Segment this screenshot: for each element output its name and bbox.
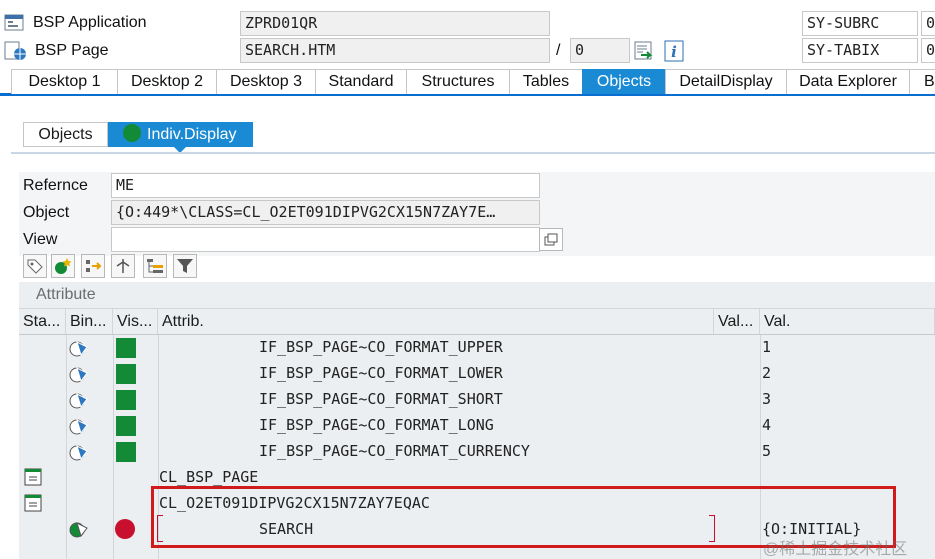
bsp-page-icon	[4, 40, 28, 62]
visibility-public-icon	[116, 390, 136, 410]
svg-text:i: i	[671, 43, 677, 61]
table-row-value: 5	[762, 442, 772, 460]
view-expand-icon[interactable]	[539, 228, 563, 251]
sy-tabix-value: 0	[921, 38, 935, 63]
tab-tables[interactable]: Tables	[509, 69, 583, 94]
subtab-indiv-display-label: Indiv.Display	[147, 126, 237, 143]
tree-list-icon[interactable]	[143, 254, 167, 278]
table-row-attrib: IF_BSP_PAGE~CO_FORMAT_CURRENCY	[259, 442, 530, 460]
bsp-application-icon	[4, 12, 26, 32]
watermark-text: @稀土掘金技术社区	[763, 541, 908, 558]
info-icon[interactable]: i	[664, 40, 684, 62]
bsp-page-field[interactable]: SEARCH.HTM	[240, 38, 550, 63]
col-attribute[interactable]: Attrib.	[158, 309, 714, 334]
expand-node-icon[interactable]	[23, 492, 45, 519]
binding-icon	[68, 415, 90, 442]
table-row-value: 4	[762, 416, 772, 434]
table-row-attrib: IF_BSP_PAGE~CO_FORMAT_UPPER	[259, 338, 503, 356]
visibility-public-icon	[116, 338, 136, 358]
visibility-public-icon	[116, 442, 136, 462]
sy-tabix-label: SY-TABIX	[802, 38, 918, 63]
tab-detail-display[interactable]: DetailDisplay	[665, 69, 787, 94]
col-visibility[interactable]: Vis...	[113, 309, 158, 334]
table-row-attrib: IF_BSP_PAGE~CO_FORMAT_LOWER	[259, 364, 503, 382]
status-green-icon	[123, 124, 141, 142]
bsp-application-field[interactable]: ZPRD01QR	[240, 11, 550, 36]
reference-label: Refernce	[23, 177, 88, 194]
visibility-public-icon	[116, 364, 136, 384]
col-separator	[66, 335, 67, 559]
page-index-field[interactable]: 0	[570, 38, 630, 63]
tab-standard[interactable]: Standard	[315, 69, 407, 94]
subtab-divider	[11, 152, 935, 154]
visibility-public-icon	[116, 416, 136, 436]
bsp-page-label: BSP Page	[35, 42, 109, 59]
col-status[interactable]: Sta...	[19, 309, 66, 334]
sy-subrc-label: SY-SUBRC	[802, 11, 918, 36]
tab-desktop-1[interactable]: Desktop 1	[11, 69, 118, 94]
object-label: Object	[23, 204, 70, 221]
tab-desktop-2[interactable]: Desktop 2	[117, 69, 217, 94]
visibility-private-icon	[115, 519, 135, 539]
binding-icon	[68, 441, 90, 468]
table-row-value: 2	[762, 364, 772, 382]
hierarchy-icon[interactable]	[111, 254, 135, 278]
table-row-value: 1	[762, 338, 772, 356]
binding-icon	[68, 389, 90, 416]
object-field[interactable]: {O:449*\CLASS=CL_O2ET091DIPVG2CX15N7ZAY7…	[111, 200, 540, 225]
export-icon[interactable]	[633, 40, 655, 62]
table-row-attrib: CL_BSP_PAGE	[159, 468, 259, 486]
tab-desktop-3[interactable]: Desktop 3	[216, 69, 316, 94]
col-separator	[113, 335, 114, 559]
sy-subrc-value: 0	[921, 11, 935, 36]
col-binding[interactable]: Bin...	[66, 309, 113, 334]
bsp-application-label: BSP Application	[33, 14, 147, 31]
table-row-attrib: IF_BSP_PAGE~CO_FORMAT_LONG	[259, 416, 494, 434]
subtab-objects[interactable]: Objects	[23, 122, 108, 147]
tab-overflow[interactable]: Br	[909, 69, 935, 94]
attribute-section-title: Attribute	[36, 286, 96, 303]
col-value[interactable]: Val.	[760, 309, 935, 334]
object-star-icon[interactable]	[51, 254, 75, 278]
table-row-attrib: IF_BSP_PAGE~CO_FORMAT_SHORT	[259, 390, 503, 408]
binding-icon	[68, 363, 90, 390]
reference-field[interactable]: ME	[111, 173, 540, 198]
col-value-type[interactable]: Val...	[714, 309, 760, 334]
table-row-value: 3	[762, 390, 772, 408]
main-tab-strip: Desktop 1 Desktop 2 Desktop 3 Standard S…	[0, 69, 935, 96]
grid-column-header-line	[19, 334, 935, 335]
slash-separator: /	[556, 42, 561, 59]
binding-icon	[68, 337, 90, 364]
subtab-indiv-display[interactable]: Indiv.Display	[108, 122, 253, 147]
binding-icon	[68, 518, 90, 545]
tab-objects[interactable]: Objects	[582, 69, 666, 94]
move-icon[interactable]	[81, 254, 105, 278]
view-label: View	[23, 231, 58, 248]
view-field[interactable]	[111, 227, 540, 252]
expand-node-icon[interactable]	[23, 466, 45, 493]
filter-icon[interactable]	[173, 254, 197, 278]
tab-structures[interactable]: Structures	[406, 69, 510, 94]
tag-icon[interactable]	[23, 254, 47, 278]
tab-data-explorer[interactable]: Data Explorer	[786, 69, 910, 94]
